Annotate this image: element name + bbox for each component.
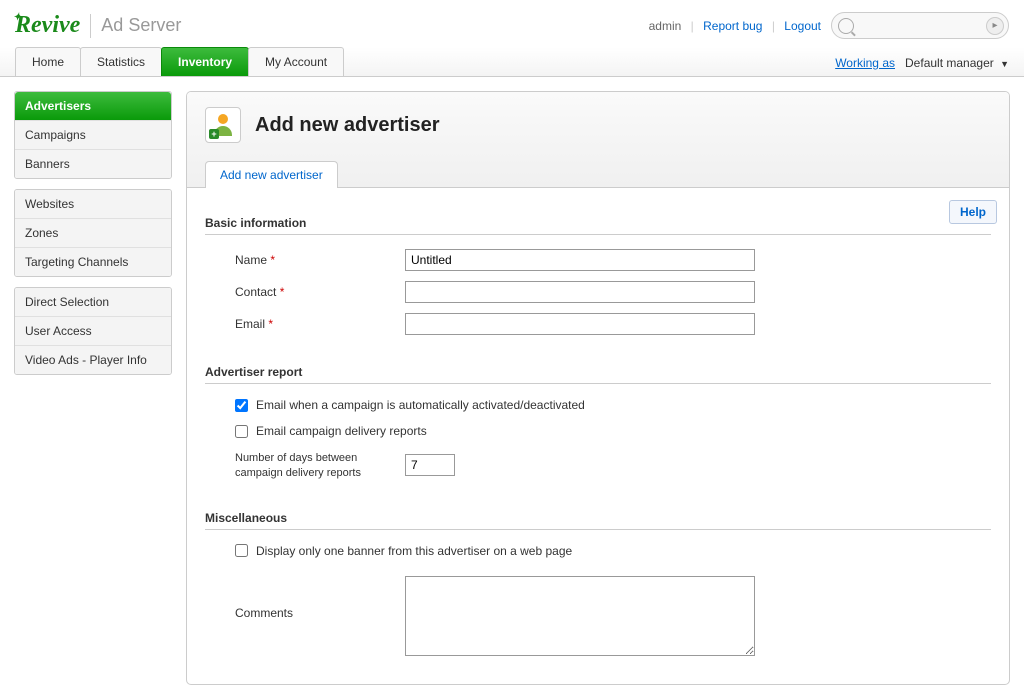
chevron-down-icon[interactable]: ▼	[1000, 59, 1009, 69]
check-row-display-one: Display only one banner from this advert…	[205, 544, 991, 558]
email-label: Email *	[235, 317, 405, 331]
auto-email-label: Email when a campaign is automatically a…	[256, 398, 585, 412]
sidebar-item-websites[interactable]: Websites	[15, 190, 171, 219]
sidebar-item-targeting[interactable]: Targeting Channels	[15, 248, 171, 276]
sidebar-item-user-access[interactable]: User Access	[15, 317, 171, 346]
search-input[interactable]	[856, 15, 986, 36]
section-title-misc: Miscellaneous	[205, 511, 991, 530]
tab-home[interactable]: Home	[15, 47, 81, 76]
form-row-comments: Comments	[205, 576, 991, 656]
form-row-name: Name *	[205, 249, 991, 271]
delivery-reports-checkbox[interactable]	[235, 425, 248, 438]
comments-textarea[interactable]	[405, 576, 755, 656]
link-separator: |	[772, 19, 775, 33]
section-title-basic: Basic information	[205, 216, 991, 235]
check-row-delivery-reports: Email campaign delivery reports	[205, 424, 991, 438]
sidebar-item-direct-selection[interactable]: Direct Selection	[15, 288, 171, 317]
working-as: Working as Default manager ▼	[835, 56, 1009, 76]
plus-icon: +	[209, 129, 219, 139]
logo-area: Revive Ad Server	[15, 12, 181, 39]
help-button[interactable]: Help	[949, 200, 997, 224]
sidebar-item-video-ads[interactable]: Video Ads - Player Info	[15, 346, 171, 374]
user-label: admin	[649, 19, 682, 33]
working-as-value[interactable]: Default manager	[905, 56, 994, 70]
form-row-email: Email *	[205, 313, 991, 335]
logo-primary: Revive	[15, 12, 80, 39]
form-row-days: Number of days between campaign delivery…	[205, 450, 991, 481]
section-title-report: Advertiser report	[205, 365, 991, 384]
main-header: + Add new advertiser Add new advertiser	[187, 92, 1009, 188]
sidebar-group-direct: Direct Selection User Access Video Ads -…	[14, 287, 172, 375]
report-bug-link[interactable]: Report bug	[703, 19, 762, 33]
days-input[interactable]	[405, 454, 455, 476]
sidebar: Advertisers Campaigns Banners Websites Z…	[14, 91, 172, 685]
working-as-label[interactable]: Working as	[835, 56, 895, 70]
auto-email-checkbox[interactable]	[235, 399, 248, 412]
sidebar-item-zones[interactable]: Zones	[15, 219, 171, 248]
main-panel: + Add new advertiser Add new advertiser …	[186, 91, 1010, 685]
display-one-checkbox[interactable]	[235, 544, 248, 557]
delivery-reports-label: Email campaign delivery reports	[256, 424, 427, 438]
search-box: ▸	[831, 12, 1009, 39]
logo-secondary: Ad Server	[101, 15, 181, 36]
tabbar: Home Statistics Inventory My Account Wor…	[0, 47, 1024, 77]
sidebar-group-websites: Websites Zones Targeting Channels	[14, 189, 172, 277]
search-go-button[interactable]: ▸	[986, 17, 1004, 35]
sub-tabs: Add new advertiser	[205, 161, 991, 187]
comments-label: Comments	[235, 576, 405, 620]
search-icon	[838, 18, 854, 34]
header: Revive Ad Server admin | Report bug | Lo…	[0, 0, 1024, 47]
contact-label: Contact *	[235, 285, 405, 299]
contact-input[interactable]	[405, 281, 755, 303]
email-input[interactable]	[405, 313, 755, 335]
tab-inventory[interactable]: Inventory	[161, 47, 249, 76]
logout-link[interactable]: Logout	[784, 19, 821, 33]
page-title: Add new advertiser	[255, 114, 440, 137]
link-separator: |	[691, 19, 694, 33]
days-label: Number of days between campaign delivery…	[235, 450, 405, 481]
sidebar-item-banners[interactable]: Banners	[15, 150, 171, 178]
header-right: admin | Report bug | Logout ▸	[649, 12, 1009, 39]
main-body: Help Basic information Name * Contact * …	[187, 188, 1009, 684]
sidebar-item-advertisers[interactable]: Advertisers	[15, 92, 171, 121]
container: Advertisers Campaigns Banners Websites Z…	[0, 77, 1024, 699]
name-label: Name *	[235, 253, 405, 267]
logo-divider	[90, 14, 91, 38]
add-advertiser-icon: +	[205, 107, 241, 143]
tab-my-account[interactable]: My Account	[248, 47, 344, 76]
sub-tab-add-advertiser[interactable]: Add new advertiser	[205, 161, 338, 188]
title-row: + Add new advertiser	[205, 107, 991, 143]
name-input[interactable]	[405, 249, 755, 271]
sidebar-group-advertisers: Advertisers Campaigns Banners	[14, 91, 172, 179]
tab-statistics[interactable]: Statistics	[80, 47, 162, 76]
check-row-auto-email: Email when a campaign is automatically a…	[205, 398, 991, 412]
display-one-label: Display only one banner from this advert…	[256, 544, 572, 558]
main-tabs: Home Statistics Inventory My Account	[15, 47, 343, 76]
sidebar-item-campaigns[interactable]: Campaigns	[15, 121, 171, 150]
form-row-contact: Contact *	[205, 281, 991, 303]
header-links: admin | Report bug | Logout	[649, 19, 821, 33]
